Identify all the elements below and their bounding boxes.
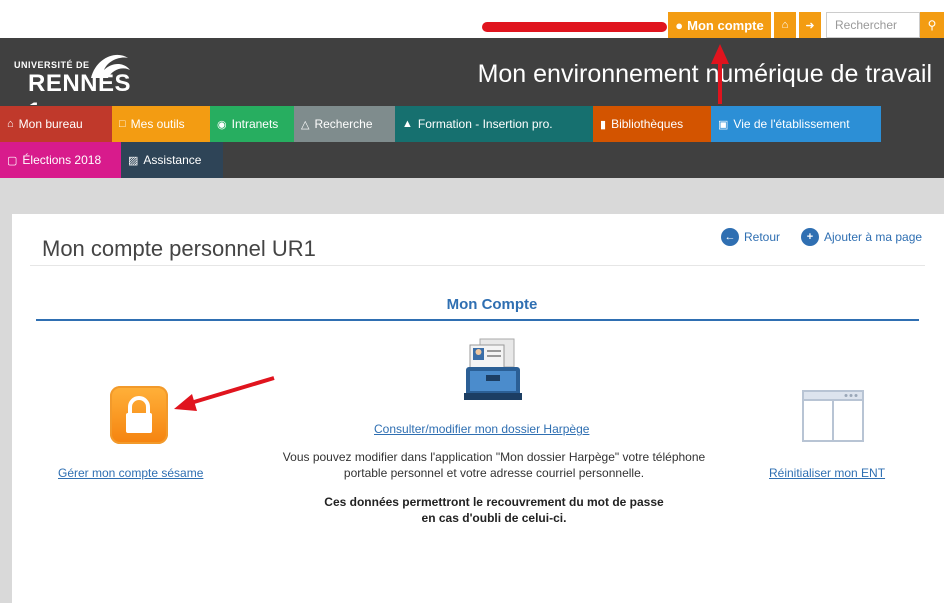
padlock-icon	[126, 396, 152, 433]
description-line-1: Vous pouvez modifier dans l'application …	[282, 450, 706, 464]
search-button[interactable]: ⚲	[920, 12, 944, 38]
card-file-icon[interactable]	[464, 337, 522, 403]
nav-label: Mes outils	[130, 117, 185, 131]
nav-label: Intranets	[231, 117, 279, 131]
main-nav: ⌂ Mon bureau □ Mes outils ◉ Intranets △ Rech…	[0, 105, 944, 178]
add-to-page-label: Ajouter à ma page	[824, 230, 923, 244]
nav-item-mon-bureau[interactable]: ⌂ Mon bureau	[0, 106, 112, 142]
home-icon: ⌂	[7, 118, 14, 130]
harpege-dossier-link[interactable]: Consulter/modifier mon dossier Harpège	[374, 422, 589, 436]
retour-button[interactable]: ← Retour	[721, 228, 780, 246]
home-button[interactable]: ⌂	[774, 12, 796, 38]
desktop-icon: □	[119, 118, 126, 130]
account-button[interactable]: ● Mon compte	[668, 12, 771, 38]
nav-label: Assistance	[143, 153, 202, 167]
nav-item-elections[interactable]: ▢ Élections 2018	[0, 142, 121, 178]
content-gap	[0, 178, 944, 214]
nav-label: Vie de l'établissement	[733, 117, 850, 131]
book-icon: ▮	[600, 118, 607, 131]
note-line-2: en cas d'oubli de celui-ci.	[421, 511, 567, 525]
nav-label: Mon bureau	[18, 117, 83, 131]
nav-item-recherche[interactable]: △ Recherche	[294, 106, 395, 142]
add-to-page-button[interactable]: + Ajouter à ma page	[801, 228, 922, 246]
divider	[30, 265, 925, 266]
nav-item-mes-outils[interactable]: □ Mes outils	[112, 106, 210, 142]
plus-icon: +	[801, 228, 819, 246]
nav-label: Bibliothèques	[611, 117, 684, 131]
reset-ent-link[interactable]: Réinitialiser mon ENT	[769, 466, 885, 480]
globe-icon: ◉	[217, 118, 227, 131]
description-line-2: portable personnel et votre adresse cour…	[343, 466, 645, 480]
nav-label: Élections 2018	[22, 153, 102, 167]
nav-item-intranets[interactable]: ◉ Intranets	[210, 106, 294, 142]
graduation-cap-icon: ▲	[402, 118, 413, 130]
site-header: UNIVERSITÉ DE RENNES 1 Mon environnement…	[0, 38, 944, 125]
retour-label: Retour	[744, 230, 781, 244]
logout-button[interactable]: ➜	[799, 12, 821, 38]
nav-label: Recherche	[314, 117, 373, 131]
flask-icon: △	[301, 118, 310, 131]
redacted-text	[482, 22, 667, 32]
manage-sesame-account-link[interactable]: Gérer mon compte sésame	[58, 466, 203, 480]
nav-item-vie-etablissement[interactable]: ▣ Vie de l'établissement	[711, 106, 881, 142]
university-logo[interactable]: UNIVERSITÉ DE RENNES 1	[14, 48, 144, 125]
search-input[interactable]	[826, 12, 920, 38]
page-title: Mon compte personnel UR1	[42, 236, 316, 261]
note-line-1: Ces données permettront le recouvrement …	[324, 495, 664, 509]
site-title: Mon environnement numérique de travail	[477, 60, 932, 88]
account-button-label: Mon compte	[687, 17, 764, 33]
logo-line-1: UNIVERSITÉ DE	[14, 60, 90, 70]
account-panel: Mon compte personnel UR1 ← Retour + Ajou…	[12, 214, 944, 603]
ambulance-icon: ▨	[128, 154, 139, 167]
window-icon[interactable]	[802, 390, 864, 442]
user-icon: ●	[675, 17, 684, 33]
institution-icon: ▣	[718, 118, 729, 131]
section-divider	[36, 319, 919, 321]
recovery-note: Ces données permettront le recouvrement …	[294, 494, 694, 526]
lock-icon[interactable]	[110, 386, 168, 444]
arrow-left-icon: ←	[721, 228, 739, 246]
nav-item-bibliotheques[interactable]: ▮ Bibliothèques	[593, 106, 711, 142]
nav-item-assistance[interactable]: ▨ Assistance	[121, 142, 223, 178]
nav-item-formation[interactable]: ▲ Formation - Insertion pro.	[395, 106, 593, 142]
ballot-icon: ▢	[7, 154, 18, 167]
top-bar: ● Mon compte ⌂ ➜ ⚲	[0, 0, 944, 38]
description-text: Vous pouvez modifier dans l'application …	[244, 449, 744, 481]
logout-icon: ➜	[805, 19, 815, 32]
nav-label: Formation - Insertion pro.	[417, 117, 553, 131]
section-title: Mon Compte	[446, 296, 538, 313]
home-icon: ⌂	[781, 19, 789, 31]
logo-emblem-icon	[91, 54, 130, 78]
search-icon: ⚲	[927, 18, 937, 32]
